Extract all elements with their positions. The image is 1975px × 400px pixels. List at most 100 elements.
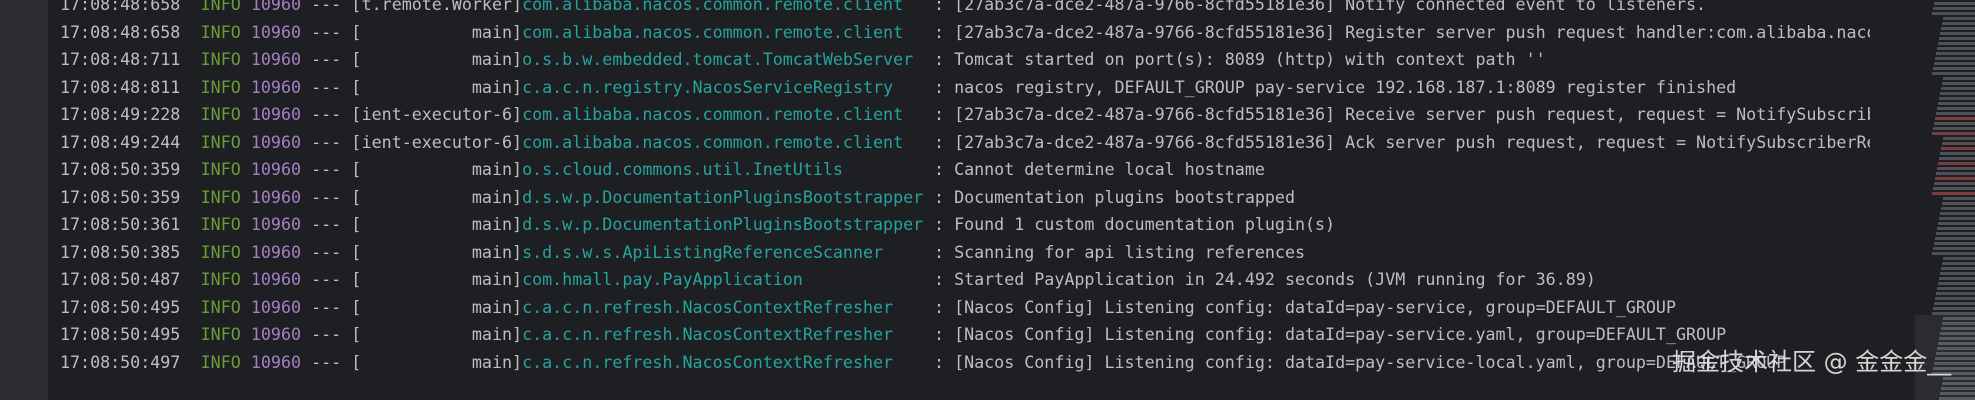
- minimap-line: [1937, 167, 1975, 170]
- log-row[interactable]: 17:08:50:487 INFO 10960 --- [main]com.hmall.…: [60, 266, 1870, 294]
- log-row[interactable]: 17:08:48:711 INFO 10960 --- [main]o.s.b.w.em…: [60, 46, 1870, 74]
- log-timestamp: 17:08:48:658: [60, 0, 181, 14]
- minimap-line: [1934, 122, 1975, 125]
- minimap-line: [1940, 32, 1975, 35]
- log-level: INFO: [200, 186, 241, 207]
- log-thread-name: main: [471, 296, 513, 317]
- log-timestamp: 17:08:50:487: [60, 269, 181, 289]
- log-colon: :: [933, 104, 945, 124]
- log-level: INFO: [200, 241, 241, 262]
- log-thread: [main]: [351, 74, 522, 102]
- log-pid: 10960: [250, 49, 301, 69]
- log-logger[interactable]: com.alibaba.nacos.common.remote.client: [522, 19, 934, 47]
- log-thread: [ient-executor-6]: [351, 129, 522, 157]
- log-logger[interactable]: d.s.w.p.DocumentationPluginsBootstrapper: [522, 184, 934, 212]
- minimap-line: [1933, 67, 1975, 70]
- log-logger[interactable]: s.d.s.w.s.ApiListingReferenceScanner: [522, 239, 934, 267]
- log-row[interactable]: 17:08:50:497 INFO 10960 --- [main]c.a.c.n.re…: [60, 349, 1870, 377]
- log-pid: 10960: [250, 21, 301, 42]
- log-colon: :: [933, 214, 945, 234]
- log-separator: ---: [311, 296, 342, 317]
- minimap-line: [1939, 157, 1975, 160]
- log-timestamp: 17:08:50:359: [60, 159, 181, 179]
- minimap-line: [1942, 22, 1975, 25]
- log-logger[interactable]: com.alibaba.nacos.common.remote.client: [522, 129, 934, 157]
- minimap-line: [1937, 227, 1975, 230]
- minimap-line: [1936, 232, 1975, 235]
- log-message: Cannot determine local hostname: [954, 159, 1265, 179]
- log-thread: [main]: [351, 294, 522, 322]
- log-level: INFO: [200, 104, 241, 124]
- minimap-line: [1941, 207, 1975, 210]
- log-message: Started PayApplication in 24.492 seconds…: [954, 269, 1596, 289]
- minimap-line: [1935, 177, 1975, 180]
- minimap-line: [1940, 152, 1975, 155]
- log-row[interactable]: 17:08:50:495 INFO 10960 --- [main]c.a.c.n.re…: [60, 294, 1870, 322]
- log-row[interactable]: 17:08:48:811 INFO 10960 --- [main]c.a.c.n.re…: [60, 74, 1870, 102]
- log-thread-name: main: [471, 186, 513, 207]
- log-row[interactable]: 17:08:48:658 INFO 10960 --- [main]com.alibab…: [60, 19, 1870, 47]
- log-logger[interactable]: c.a.c.n.refresh.NacosContextRefresher: [522, 349, 934, 377]
- log-row[interactable]: 17:08:49:228 INFO 10960 --- [ient-executor-6…: [60, 101, 1870, 129]
- minimap-line: [1938, 222, 1975, 225]
- log-logger[interactable]: com.alibaba.nacos.common.remote.client: [522, 101, 934, 129]
- minimap-line: [1932, 12, 1975, 15]
- log-separator: ---: [311, 0, 342, 14]
- log-logger[interactable]: d.s.w.p.DocumentationPluginsBootstrapper: [522, 211, 934, 239]
- minimap-line: [1938, 102, 1975, 105]
- minimap-line: [1935, 117, 1975, 120]
- log-level: INFO: [200, 21, 241, 42]
- log-colon: :: [933, 186, 945, 207]
- log-message: [27ab3c7a-dce2-487a-9766-8cfd55181e36] A…: [954, 131, 1870, 152]
- minimap-line: [1936, 172, 1975, 175]
- minimap-line: [1937, 287, 1975, 290]
- log-logger[interactable]: com.alibaba.nacos.common.remote.client: [522, 0, 934, 19]
- log-thread: [main]: [351, 184, 522, 212]
- log-row[interactable]: 17:08:50:385 INFO 10960 --- [main]s.d.s.w.s.…: [60, 239, 1870, 267]
- minimap-line: [1932, 72, 1975, 75]
- log-timestamp: 17:08:49:228: [60, 104, 181, 124]
- log-message: [27ab3c7a-dce2-487a-9766-8cfd55181e36] R…: [954, 104, 1870, 124]
- minimap-line: [1942, 262, 1975, 265]
- log-separator: ---: [311, 76, 342, 97]
- console-output[interactable]: 17:08:48:658 INFO 10960 --- [t.remote.Worker…: [60, 0, 1870, 400]
- log-logger[interactable]: o.s.b.w.embedded.tomcat.TomcatWebServer: [522, 46, 934, 74]
- log-pid: 10960: [250, 269, 301, 289]
- log-colon: :: [933, 296, 945, 317]
- log-thread: [t.remote.Worker]: [351, 0, 522, 19]
- log-logger[interactable]: o.s.cloud.commons.util.InetUtils: [522, 156, 934, 184]
- log-pid: 10960: [250, 241, 301, 262]
- log-row[interactable]: 17:08:49:244 INFO 10960 --- [ient-executor-6…: [60, 129, 1870, 157]
- log-row[interactable]: 17:08:50:359 INFO 10960 --- [main]d.s.w.p.Do…: [60, 184, 1870, 212]
- log-thread: [main]: [351, 321, 522, 349]
- log-timestamp: 17:08:48:711: [60, 49, 181, 69]
- minimap-line: [1939, 277, 1975, 280]
- log-timestamp: 17:08:50:385: [60, 241, 181, 262]
- log-message: Scanning for api listing references: [954, 241, 1305, 262]
- minimap-line: [1941, 147, 1975, 150]
- log-message: [Nacos Config] Listening config: dataId=…: [954, 351, 1787, 372]
- log-logger[interactable]: com.hmall.pay.PayApplication: [522, 266, 934, 294]
- log-thread: [main]: [351, 349, 522, 377]
- log-pid: 10960: [250, 296, 301, 317]
- minimap-line: [1935, 57, 1975, 60]
- log-message: Tomcat started on port(s): 8089 (http) w…: [954, 49, 1546, 69]
- log-row[interactable]: 17:08:50:495 INFO 10960 --- [main]c.a.c.n.re…: [60, 321, 1870, 349]
- log-logger[interactable]: c.a.c.n.registry.NacosServiceRegistry: [522, 74, 934, 102]
- log-row[interactable]: 17:08:50:359 INFO 10960 --- [main]o.s.cloud.…: [60, 156, 1870, 184]
- minimap-line: [1933, 7, 1975, 10]
- log-pid: 10960: [250, 324, 301, 344]
- log-logger[interactable]: c.a.c.n.refresh.NacosContextRefresher: [522, 294, 934, 322]
- minimap-line: [1943, 197, 1975, 200]
- log-message: [27ab3c7a-dce2-487a-9766-8cfd55181e36] N…: [954, 0, 1707, 14]
- log-logger[interactable]: c.a.c.n.refresh.NacosContextRefresher: [522, 321, 934, 349]
- log-row[interactable]: 17:08:48:658 INFO 10960 --- [t.remote.Worker…: [60, 0, 1870, 19]
- minimap-line: [1939, 37, 1975, 40]
- minimap-line: [1940, 272, 1975, 275]
- log-level: INFO: [200, 49, 241, 69]
- minimap-line: [1937, 47, 1975, 50]
- log-colon: :: [933, 351, 945, 372]
- log-timestamp: 17:08:50:495: [60, 296, 181, 317]
- log-thread: [ient-executor-6]: [351, 101, 522, 129]
- log-row[interactable]: 17:08:50:361 INFO 10960 --- [main]d.s.w.p.Do…: [60, 211, 1870, 239]
